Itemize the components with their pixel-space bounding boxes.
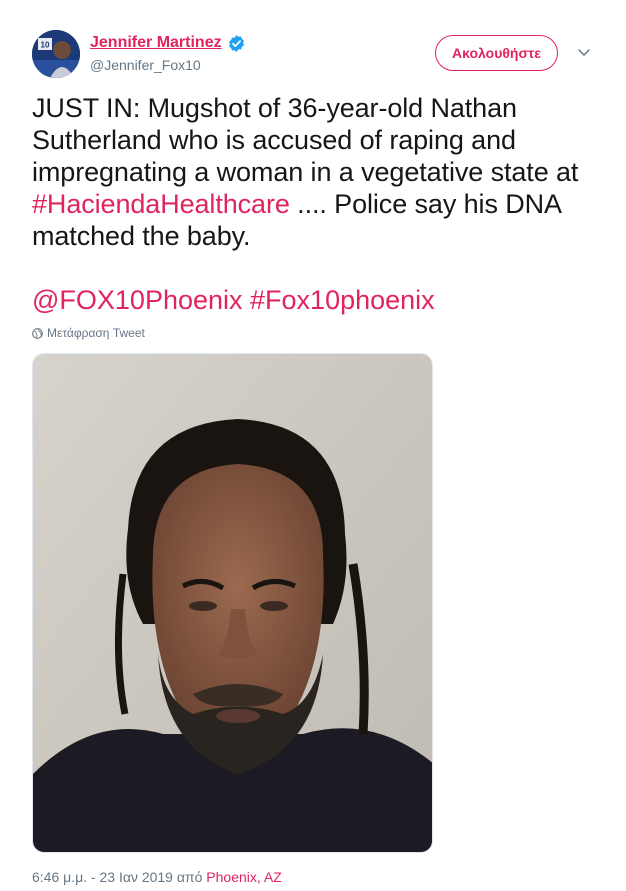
user-handle[interactable]: @Jennifer_Fox10 <box>90 57 246 73</box>
tweet-header: 10 Jennifer Martinez @Jennifer_Fox10 Ακο… <box>32 30 596 78</box>
avatar-badge: 10 <box>41 41 50 50</box>
chevron-down-icon[interactable] <box>576 44 592 60</box>
follow-button[interactable]: Ακολουθήστε <box>435 35 558 71</box>
translate-tweet-link[interactable]: Μετάφραση Tweet <box>32 326 145 340</box>
tweet-photo[interactable] <box>32 353 433 853</box>
translate-label: Μετάφραση Tweet <box>47 326 145 340</box>
globe-icon <box>32 327 43 339</box>
tweet-text-part1: JUST IN: Mugshot of 36-year-old Nathan S… <box>32 93 579 187</box>
hashtag-link[interactable]: #HaciendaHealthcare <box>32 189 290 219</box>
display-name[interactable]: Jennifer Martinez <box>90 34 222 52</box>
tweet-timestamp[interactable]: 6:46 μ.μ. - 23 Ιαν 2019 από <box>32 869 206 885</box>
mention-link[interactable]: @FOX10Phoenix <box>32 285 243 315</box>
author-info: Jennifer Martinez @Jennifer_Fox10 <box>90 32 246 73</box>
tweet-text: JUST IN: Mugshot of 36-year-old Nathan S… <box>32 92 592 252</box>
tweet-mentions: @FOX10Phoenix #Fox10phoenix <box>32 284 592 316</box>
tweet-meta: 6:46 μ.μ. - 23 Ιαν 2019 από Phoenix, AZ <box>32 869 282 885</box>
location-link[interactable]: Phoenix, AZ <box>206 869 282 885</box>
avatar[interactable]: 10 <box>32 30 80 78</box>
hashtag-link[interactable]: #Fox10phoenix <box>250 285 435 315</box>
verified-badge-icon <box>227 34 246 53</box>
